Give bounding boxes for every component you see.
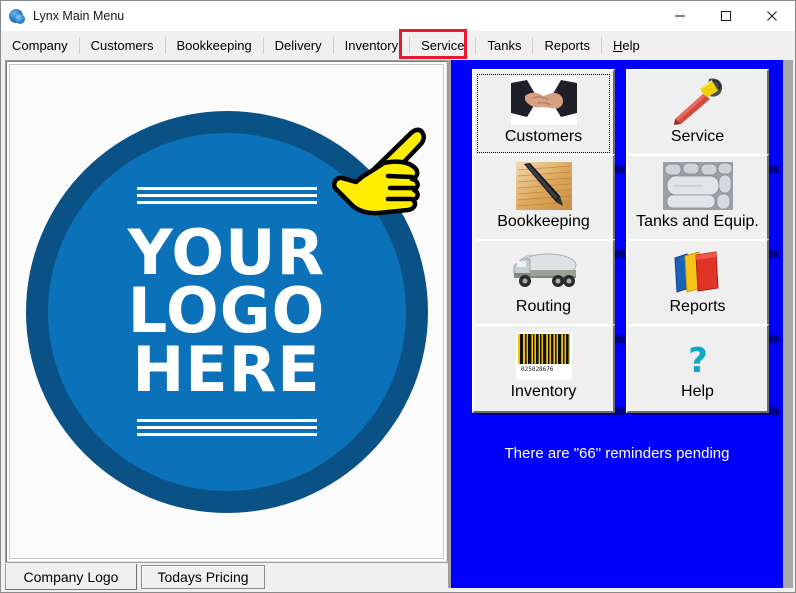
main-menu-panel: Customers Service [451, 60, 783, 588]
button-label: Help [681, 384, 714, 401]
logo-word-3: HERE [132, 341, 320, 399]
menu-accel: H [613, 38, 622, 53]
button-bookkeeping[interactable]: Bookkeeping [472, 154, 615, 243]
tanker-truck-icon [508, 245, 580, 297]
tab-todays-pricing[interactable]: Todays Pricing [141, 565, 265, 589]
menu-label: Service [421, 38, 464, 53]
menu-label: Inventory [345, 38, 398, 53]
close-icon[interactable] [749, 1, 795, 31]
button-label: Tanks and Equip. [636, 214, 759, 231]
button-routing[interactable]: Routing [472, 239, 615, 328]
pipe-wrench-icon [669, 75, 727, 127]
pointing-hand-cursor [326, 127, 430, 235]
button-reports[interactable]: Reports [626, 239, 769, 328]
menu-label: Bookkeeping [177, 38, 252, 53]
window-title: Lynx Main Menu [33, 9, 124, 23]
menu-item-delivery[interactable]: Delivery [264, 31, 333, 59]
tab-company-logo[interactable]: Company Logo [5, 564, 137, 590]
logo-decor-lines-top [137, 183, 317, 208]
button-tanks-and-equip[interactable]: Tanks and Equip. [626, 154, 769, 243]
window-controls [657, 1, 795, 31]
menu-label: Company [12, 38, 68, 53]
folders-icon [672, 245, 724, 297]
company-logo-pane: YOUR LOGO HERE [5, 60, 448, 563]
menu-item-inventory[interactable]: Inventory [334, 31, 409, 59]
globe-icon [8, 7, 26, 25]
ledger-pen-icon [516, 160, 572, 212]
menu-label: Customers [91, 38, 154, 53]
menu-label-rest: elp [622, 38, 639, 53]
panel-divider-right [783, 60, 793, 588]
handshake-icon [511, 75, 577, 127]
button-help[interactable]: ? Help [626, 324, 769, 413]
menu-item-help[interactable]: Help [602, 31, 651, 59]
button-customers[interactable]: Customers [472, 69, 615, 158]
tab-strip: Company Logo Todays Pricing [5, 564, 448, 590]
menu-bar: Company Customers Bookkeeping Delivery I… [1, 31, 795, 59]
menu-label: Tanks [487, 38, 521, 53]
button-label: Customers [505, 129, 582, 146]
button-label: Routing [516, 299, 571, 316]
propane-tanks-icon [663, 160, 733, 212]
main-window: Lynx Main Menu Company Customers Bookkee… [0, 0, 796, 593]
barcode-icon: 025028676 [516, 330, 572, 382]
button-service[interactable]: Service [626, 69, 769, 158]
menu-item-reports[interactable]: Reports [533, 31, 601, 59]
menu-item-customers[interactable]: Customers [80, 31, 165, 59]
menu-item-tanks[interactable]: Tanks [476, 31, 532, 59]
menu-label: Delivery [275, 38, 322, 53]
tab-label: Todays Pricing [157, 569, 248, 585]
logo-decor-lines-bottom [137, 415, 317, 440]
button-label: Bookkeeping [497, 214, 590, 231]
title-bar: Lynx Main Menu [1, 1, 795, 31]
button-label: Service [671, 129, 724, 146]
maximize-icon[interactable] [703, 1, 749, 31]
menu-item-service[interactable]: Service [410, 31, 475, 59]
tab-label: Company Logo [24, 569, 119, 585]
logo-image-area: YOUR LOGO HERE [9, 64, 444, 559]
minimize-icon[interactable] [657, 1, 703, 31]
svg-text:?: ? [688, 341, 708, 380]
question-mark-icon: ? [683, 338, 713, 382]
reminders-status-text: There are "66" reminders pending [451, 445, 783, 462]
button-label: Inventory [511, 384, 577, 401]
menu-item-bookkeeping[interactable]: Bookkeeping [166, 31, 263, 59]
menu-label: Reports [544, 38, 590, 53]
svg-text:025028676: 025028676 [521, 366, 554, 373]
button-inventory[interactable]: 025028676 Inventory [472, 324, 615, 413]
menu-item-company[interactable]: Company [1, 31, 79, 59]
button-label: Reports [669, 299, 725, 316]
